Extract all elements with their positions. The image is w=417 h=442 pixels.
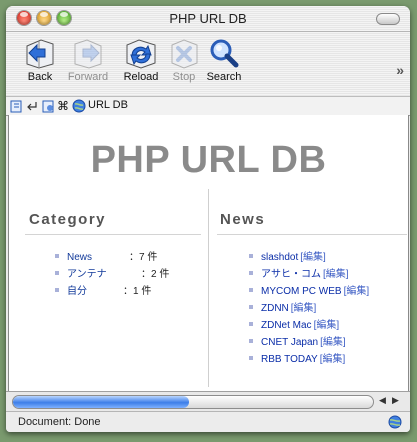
category-link-news[interactable]: News xyxy=(67,252,129,263)
list-item: CNET Japan [編集] xyxy=(249,333,369,350)
news-link[interactable]: MYCOM PC WEB xyxy=(261,286,342,297)
edit-link[interactable]: [編集] xyxy=(300,252,326,263)
edit-link[interactable]: [編集] xyxy=(314,320,340,331)
news-link[interactable]: slashdot xyxy=(261,252,298,263)
window-title: PHP URL DB xyxy=(169,11,247,26)
status-bar: Document: Done xyxy=(6,411,410,432)
bullet-icon xyxy=(249,322,253,326)
category-count: ：2 件 xyxy=(141,269,170,280)
edit-link[interactable]: [編集] xyxy=(344,286,370,297)
news-link[interactable]: アサヒ・コム xyxy=(261,269,321,280)
search-label: Search xyxy=(206,71,242,83)
stop-icon xyxy=(167,36,201,70)
bullet-icon xyxy=(249,271,253,275)
news-link[interactable]: ZDNN xyxy=(261,303,289,314)
list-item: ZDNN [編集] xyxy=(249,299,369,316)
list-item: MYCOM PC WEB [編集] xyxy=(249,282,369,299)
page-load-progress-bar xyxy=(12,395,374,409)
history-page-icon[interactable] xyxy=(42,99,56,113)
title-bar[interactable]: PHP URL DB xyxy=(6,6,410,32)
scroll-left-arrow-icon[interactable]: ◀ xyxy=(376,395,389,406)
back-arrow-icon xyxy=(23,36,57,70)
list-item: 自分 ：1 件 xyxy=(55,282,169,299)
network-globe-icon xyxy=(388,415,402,429)
scroll-right-arrow-icon[interactable]: ▶ xyxy=(389,395,402,406)
forward-button[interactable]: Forward xyxy=(63,32,113,83)
bullet-icon xyxy=(249,356,253,360)
news-link[interactable]: CNET Japan xyxy=(261,337,318,348)
status-text: Document: Done xyxy=(18,416,101,428)
bookmarks-book-icon[interactable] xyxy=(10,99,24,113)
news-link[interactable]: RBB TODAY xyxy=(261,354,318,365)
edit-link[interactable]: [編集] xyxy=(320,354,346,365)
bullet-icon xyxy=(249,254,253,258)
list-item: アサヒ・コム [編集] xyxy=(249,265,369,282)
list-item: slashdot [編集] xyxy=(249,248,369,265)
news-link[interactable]: ZDNet Mac xyxy=(261,320,312,331)
list-item: アンテナ ：2 件 xyxy=(55,265,169,282)
edit-link[interactable]: [編集] xyxy=(323,269,349,280)
command-key-icon: ⌘ xyxy=(57,99,69,113)
bullet-icon xyxy=(55,288,59,292)
go-arrow-icon[interactable] xyxy=(25,99,39,113)
column-divider xyxy=(208,189,209,387)
progress-fill xyxy=(13,396,190,408)
category-count: ：1 件 xyxy=(123,286,152,297)
page-title-field[interactable]: URL DB xyxy=(88,99,128,113)
bullet-icon xyxy=(55,254,59,258)
list-item: ZDNet Mac [編集] xyxy=(249,316,369,333)
forward-arrow-icon xyxy=(71,36,105,70)
news-section-title: News xyxy=(220,211,266,228)
horizontal-scrollbar-row: ◀ ▶ xyxy=(6,391,410,412)
toolbar: Back Forward Reload Stop Search » xyxy=(6,32,410,96)
toolbar-overflow-chevron-icon[interactable]: » xyxy=(396,62,404,78)
bullet-icon xyxy=(55,271,59,275)
page-heading: PHP URL DB xyxy=(90,139,327,181)
news-rule xyxy=(217,234,407,235)
reload-icon xyxy=(124,36,158,70)
address-bar: ⌘ URL DB xyxy=(6,96,410,116)
category-section-title: Category xyxy=(29,211,107,228)
bullet-icon xyxy=(249,288,253,292)
forward-label: Forward xyxy=(67,71,109,83)
bullet-icon xyxy=(249,305,253,309)
back-label: Back xyxy=(27,71,53,83)
category-link-antenna[interactable]: アンテナ xyxy=(67,265,141,280)
scroll-arrows[interactable]: ◀ ▶ xyxy=(376,395,406,409)
news-list: slashdot [編集] アサヒ・コム [編集] MYCOM PC WEB [編集]… xyxy=(249,248,369,367)
list-item: News ：7 件 xyxy=(55,248,169,265)
category-count: ：7 件 xyxy=(129,252,158,263)
edit-link[interactable]: [編集] xyxy=(320,337,346,348)
list-item: RBB TODAY [編集] xyxy=(249,350,369,367)
globe-icon xyxy=(72,99,86,113)
bullet-icon xyxy=(249,339,253,343)
category-rule xyxy=(25,234,201,235)
category-list: News ：7 件 アンテナ ：2 件 自分 ：1 件 xyxy=(55,248,169,299)
web-content-area: PHP URL DB Category News ：7 件 アンテナ ：2 件 自分… xyxy=(8,115,409,391)
search-magnifier-icon xyxy=(207,36,241,70)
edit-link[interactable]: [編集] xyxy=(291,303,317,314)
browser-window: PHP URL DB Back Forward Reload Stop Sear… xyxy=(6,6,410,432)
category-link-self[interactable]: 自分 xyxy=(67,282,123,297)
toolbar-toggle-button[interactable] xyxy=(376,13,400,25)
back-button[interactable]: Back xyxy=(15,32,65,83)
search-button[interactable]: Search xyxy=(199,32,249,83)
